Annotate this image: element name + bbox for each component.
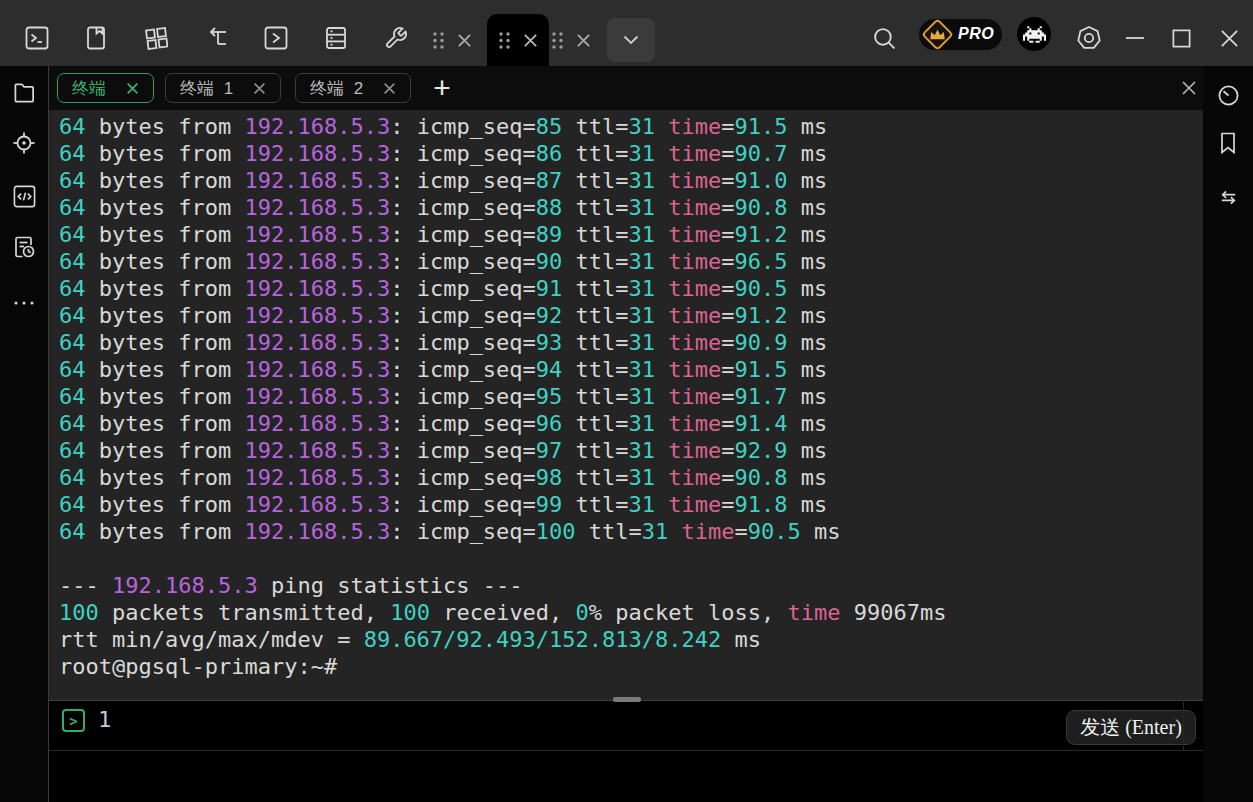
history-file-icon[interactable]	[11, 234, 37, 260]
avatar[interactable]	[1017, 17, 1051, 51]
close-icon[interactable]	[253, 82, 266, 95]
terminal-line: 64 bytes from 192.168.5.3: icmp_seq=100 …	[59, 518, 1203, 545]
close-icon[interactable]	[126, 82, 139, 95]
locate-icon[interactable]	[11, 130, 37, 156]
right-sidebar	[1203, 66, 1253, 802]
terminal-line: 64 bytes from 192.168.5.3: icmp_seq=91 t…	[59, 275, 1203, 302]
bottom-area	[49, 750, 1203, 802]
maximize-button[interactable]	[1161, 18, 1201, 58]
terminal-line: 64 bytes from 192.168.5.3: icmp_seq=89 t…	[59, 221, 1203, 248]
terminal-line: 64 bytes from 192.168.5.3: icmp_seq=88 t…	[59, 194, 1203, 221]
window-tab-1[interactable]	[432, 24, 472, 56]
send-button[interactable]: 发送 (Enter)	[1066, 710, 1196, 745]
folder-icon[interactable]	[11, 79, 37, 105]
tab-terminal-1[interactable]: 终端 1	[165, 73, 281, 103]
terminal-line: 64 bytes from 192.168.5.3: icmp_seq=93 t…	[59, 329, 1203, 356]
crown-icon	[927, 27, 948, 42]
tab-list-dropdown-button[interactable]	[607, 18, 655, 62]
bookmark-icon[interactable]	[1215, 130, 1241, 156]
more-icon[interactable]	[11, 290, 37, 316]
minimize-button[interactable]	[1115, 18, 1155, 58]
drag-handle-icon	[498, 31, 511, 50]
tab-label: 终端 2	[310, 77, 363, 100]
terminal-icon[interactable]	[17, 18, 57, 58]
prompt-arrow-icon: >	[62, 709, 85, 732]
settings-icon[interactable]	[1069, 18, 1109, 58]
terminal-output[interactable]: 64 bytes from 192.168.5.3: icmp_seq=85 t…	[49, 110, 1203, 700]
search-icon[interactable]	[864, 18, 904, 58]
tab-label: 终端 1	[180, 77, 233, 100]
apps-grid-icon[interactable]	[136, 18, 176, 58]
space-invader-icon	[1023, 26, 1046, 43]
terminal-line: 64 bytes from 192.168.5.3: icmp_seq=98 t…	[59, 464, 1203, 491]
chevron-down-icon	[623, 35, 639, 45]
add-tab-button[interactable]: +	[424, 70, 460, 106]
terminal-line	[59, 545, 1203, 572]
command-input-row: > 1 发送 (Enter)	[49, 700, 1203, 750]
close-icon[interactable]	[523, 33, 538, 48]
pro-badge[interactable]: PRO	[919, 19, 1002, 50]
terminal-line: --- 192.168.5.3 ping statistics ---	[59, 572, 1203, 599]
window-tab-2-active[interactable]	[487, 14, 549, 66]
terminal-line: 64 bytes from 192.168.5.3: icmp_seq=96 t…	[59, 410, 1203, 437]
terminal-line: root@pgsql-primary:~#	[59, 653, 1203, 680]
tab-terminal-2[interactable]: 终端 2	[295, 73, 411, 103]
drag-handle-icon	[432, 31, 445, 50]
close-icon[interactable]	[576, 33, 591, 48]
window-tab-3[interactable]	[551, 24, 591, 56]
terminal-line: 64 bytes from 192.168.5.3: icmp_seq=95 t…	[59, 383, 1203, 410]
terminal-line: 64 bytes from 192.168.5.3: icmp_seq=92 t…	[59, 302, 1203, 329]
code-icon[interactable]	[11, 183, 37, 209]
panel-close-button[interactable]	[1173, 72, 1205, 104]
command-input[interactable]: 1	[98, 707, 111, 732]
terminal-line: 100 packets transmitted, 100 received, 0…	[59, 599, 1203, 626]
terminal-line: rtt min/avg/max/mdev = 89.667/92.493/152…	[59, 626, 1203, 653]
run-icon[interactable]	[256, 18, 296, 58]
wrench-icon[interactable]	[376, 18, 416, 58]
branch-icon[interactable]	[196, 18, 236, 58]
terminal-line: 64 bytes from 192.168.5.3: icmp_seq=85 t…	[59, 113, 1203, 140]
swap-icon[interactable]	[1215, 184, 1241, 210]
close-button[interactable]	[1209, 18, 1249, 58]
terminal-line: 64 bytes from 192.168.5.3: icmp_seq=87 t…	[59, 167, 1203, 194]
close-icon	[1181, 80, 1197, 96]
terminal-panel: 终端 终端 1 终端 2 + 64 bytes from 192.168.5.3…	[48, 66, 1203, 802]
pro-label: PRO	[958, 25, 994, 43]
terminal-line: 64 bytes from 192.168.5.3: icmp_seq=94 t…	[59, 356, 1203, 383]
left-sidebar	[0, 66, 48, 802]
terminal-line: 64 bytes from 192.168.5.3: icmp_seq=99 t…	[59, 491, 1203, 518]
gauge-icon[interactable]	[1215, 82, 1241, 108]
server-icon[interactable]	[316, 18, 356, 58]
close-icon[interactable]	[457, 33, 472, 48]
title-bar: PRO	[0, 0, 1253, 66]
close-icon[interactable]	[383, 82, 396, 95]
terminal-line: 64 bytes from 192.168.5.3: icmp_seq=86 t…	[59, 140, 1203, 167]
tab-terminal[interactable]: 终端	[57, 73, 154, 103]
scrollbar-thumb[interactable]	[613, 697, 641, 702]
terminal-tab-bar: 终端 终端 1 终端 2 +	[49, 66, 1203, 110]
terminal-line: 64 bytes from 192.168.5.3: icmp_seq=97 t…	[59, 437, 1203, 464]
journal-icon[interactable]	[76, 18, 116, 58]
drag-handle-icon	[551, 31, 564, 50]
tab-label: 终端	[72, 77, 106, 100]
terminal-line: 64 bytes from 192.168.5.3: icmp_seq=90 t…	[59, 248, 1203, 275]
